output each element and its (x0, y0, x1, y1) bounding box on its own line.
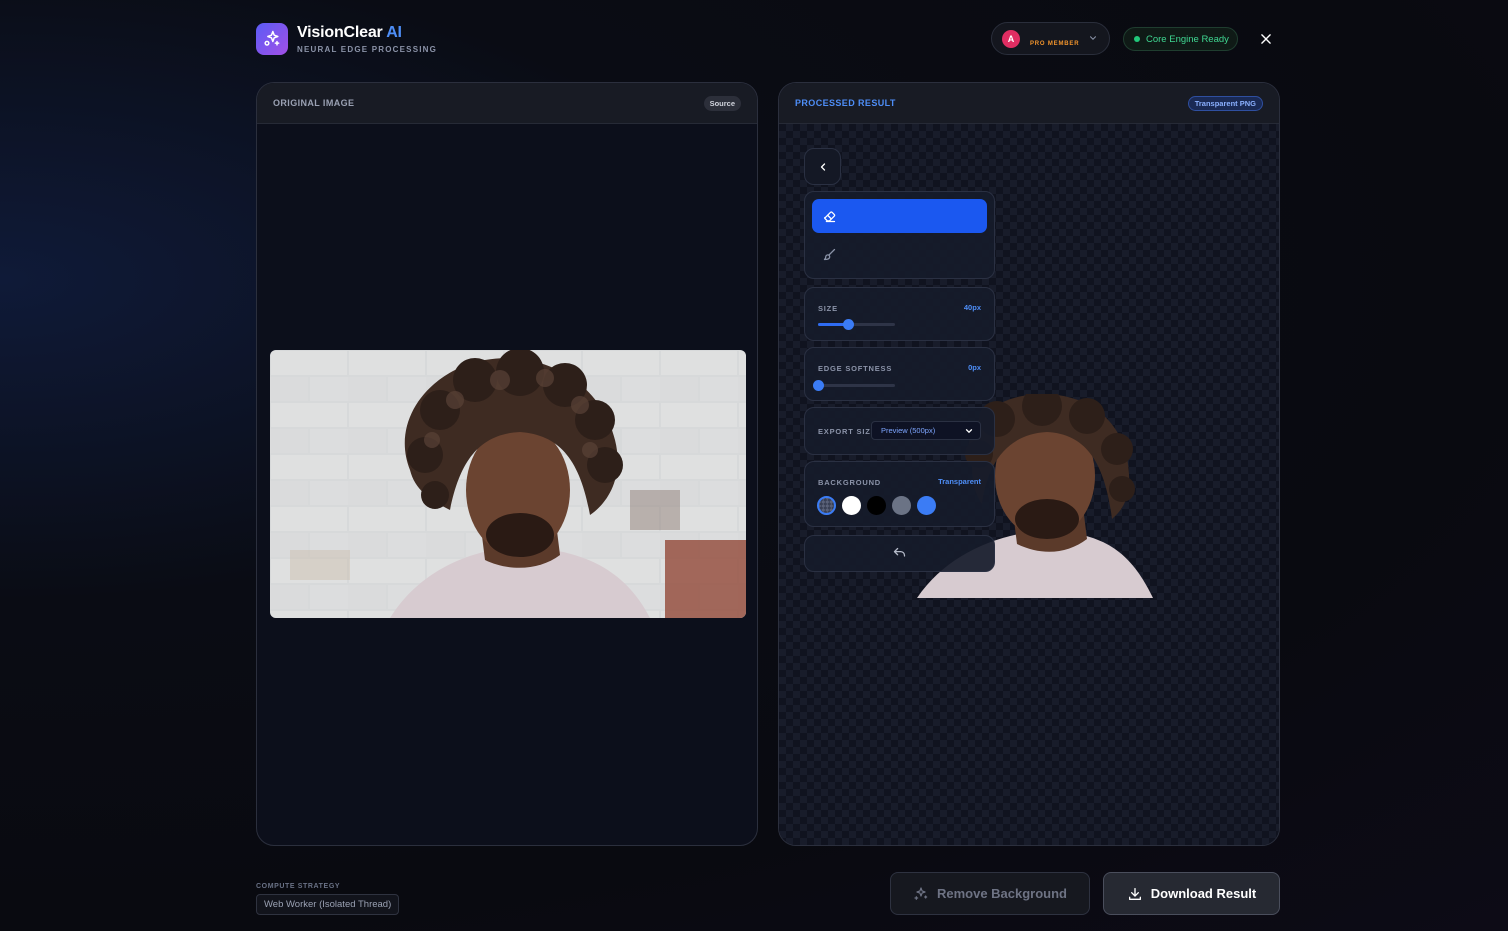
back-button[interactable] (804, 148, 841, 185)
erase-mode-button[interactable] (812, 199, 987, 233)
close-icon (1261, 34, 1271, 44)
panel-title: ORIGINAL IMAGE (273, 98, 355, 108)
download-result-label: Download Result (1150, 886, 1257, 901)
swatch-white[interactable] (842, 496, 861, 515)
export-size-select[interactable]: Preview (500px) (871, 421, 981, 440)
swatch-transparent[interactable] (817, 496, 836, 515)
avatar: A (1002, 29, 1020, 48)
compute-strategy-label: COMPUTE STRATEGY (256, 883, 341, 890)
processed-result-panel: PROCESSED RESULT Transparent PNG SIZE 40… (778, 82, 1280, 846)
close-button[interactable] (1257, 30, 1275, 48)
export-size-value: Preview (500px) (881, 426, 936, 435)
size-control: SIZE 40px (804, 287, 995, 341)
brand-subtitle: NEURAL EDGE PROCESSING (297, 45, 438, 54)
size-slider[interactable] (818, 319, 895, 330)
original-photo (270, 350, 746, 618)
edge-softness-label: EDGE SOFTNESS (818, 364, 893, 373)
restore-mode-button[interactable] (812, 237, 987, 271)
account-menu[interactable]: A PRO MEMBER (991, 22, 1110, 55)
size-value: 40px (963, 303, 981, 312)
app-logo (256, 23, 288, 55)
brush-icon (823, 248, 836, 260)
sparkles-icon (914, 886, 928, 900)
engine-status-badge: Core Engine Ready (1123, 27, 1238, 51)
source-badge: Source (703, 95, 741, 111)
size-label: SIZE (818, 304, 838, 313)
brush-mode-group (804, 191, 995, 279)
brand-title: VisionClear AI (297, 24, 402, 42)
sparkles-icon (264, 30, 280, 46)
edge-softness-control: EDGE SOFTNESS 0px (804, 347, 995, 401)
background-value: Transparent (938, 477, 981, 486)
brand-accent: AI (386, 24, 402, 41)
remove-background-button[interactable]: Remove Background (890, 872, 1090, 915)
transparency-canvas[interactable]: SIZE 40px EDGE SOFTNESS 0px EXPORT SIZE … (779, 124, 1279, 845)
edge-softness-slider[interactable] (813, 380, 895, 391)
eraser-icon (824, 210, 836, 222)
background-swatches (817, 496, 936, 515)
chevron-down-icon (1089, 36, 1097, 40)
original-image (270, 350, 746, 618)
remove-background-label: Remove Background (936, 886, 1068, 901)
brand-name: VisionClear (297, 24, 383, 41)
chevron-down-icon (965, 429, 973, 434)
swatch-black[interactable] (867, 496, 886, 515)
engine-status: Core Engine Ready (1146, 33, 1229, 45)
swatch-gray[interactable] (892, 496, 911, 515)
undo-icon (893, 547, 906, 557)
slider-thumb[interactable] (843, 319, 855, 330)
download-result-button[interactable]: Download Result (1103, 872, 1280, 915)
edge-softness-value: 0px (968, 363, 981, 372)
background-label: BACKGROUND (818, 478, 881, 487)
panel-title: PROCESSED RESULT (795, 98, 896, 108)
panel-header: ORIGINAL IMAGE Source (257, 83, 757, 124)
background-control: BACKGROUND Transparent (804, 461, 995, 527)
format-badge: Transparent PNG (1187, 95, 1263, 111)
export-size-label: EXPORT SIZE (818, 427, 877, 436)
chevron-left-icon (820, 162, 825, 171)
panel-header: PROCESSED RESULT Transparent PNG (779, 83, 1279, 124)
slider-thumb[interactable] (813, 380, 824, 391)
original-image-panel: ORIGINAL IMAGE Source (256, 82, 758, 846)
download-icon (1128, 887, 1141, 900)
member-label: PRO MEMBER (1030, 40, 1080, 47)
swatch-blue[interactable] (917, 496, 936, 515)
undo-button[interactable] (804, 535, 995, 572)
status-dot (1134, 36, 1140, 42)
export-size-control: EXPORT SIZE Preview (500px) (804, 407, 995, 455)
compute-strategy-value[interactable]: Web Worker (Isolated Thread) (256, 894, 400, 915)
